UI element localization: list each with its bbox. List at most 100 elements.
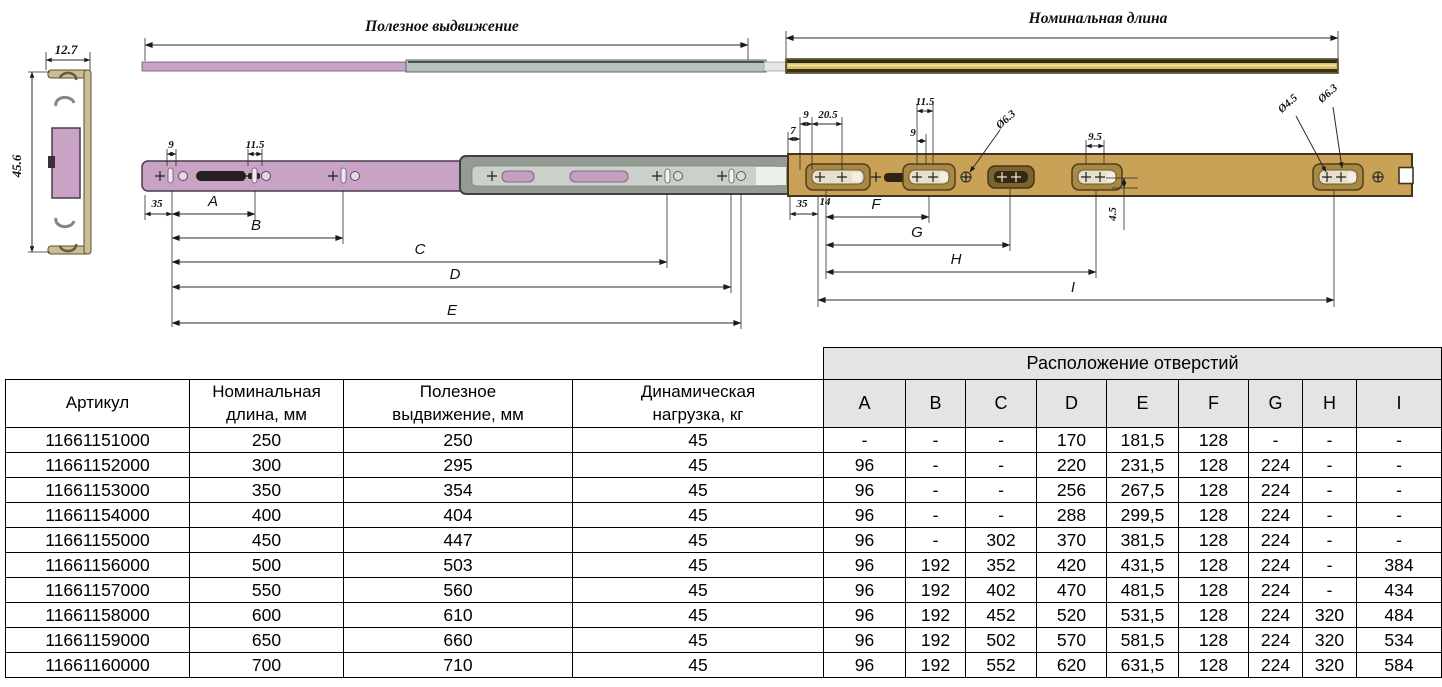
cell-H: - [1303,428,1357,453]
cell-A: 96 [824,603,906,628]
cell-H: - [1303,478,1357,503]
dim-label-4-5: 4.5 [1107,207,1119,222]
cell-useful-extension: 354 [344,478,573,503]
dim-label-9-left: 9 [168,139,174,151]
dim-label-G: G [911,224,923,241]
table-header-row: Артикул Номинальная длина, мм Полезное в… [6,380,1442,428]
cell-E: 181,5 [1107,428,1179,453]
cell-F: 128 [1179,653,1249,678]
col-header-A: A [824,380,906,428]
cell-B: 192 [906,553,966,578]
dim-label-H: H [951,251,962,268]
cell-G: 224 [1249,453,1303,478]
cell-F: 128 [1179,503,1249,528]
table-row: 116611580006006104596192452520531,512822… [6,603,1442,628]
cell-G: 224 [1249,653,1303,678]
dim-label-20-5: 20.5 [817,109,838,121]
cell-C: - [966,478,1037,503]
inner-rail [142,161,472,191]
holes-group-header: Расположение отверстий [824,348,1442,380]
table-row: 1166115100025025045---170181,5128--- [6,428,1442,453]
cell-B: - [906,503,966,528]
cell-A: 96 [824,478,906,503]
cell-A: 96 [824,453,906,478]
dim-label-35-right: 35 [796,198,809,210]
dim-label-dia-4-5: Ø4.5 [1275,92,1300,116]
cell-G: 224 [1249,478,1303,503]
cell-A: 96 [824,553,906,578]
table-body: 1166115100025025045---170181,5128---1166… [6,428,1442,678]
col-header-dynamic-load: Динамическая нагрузка, кг [573,380,824,428]
cell-C: 402 [966,578,1037,603]
table-row: 116611520003002954596--220231,5128224-- [6,453,1442,478]
cell-A: - [824,428,906,453]
cell-dynamic-load: 45 [573,453,824,478]
cell-D: 220 [1037,453,1107,478]
cell-C: - [966,428,1037,453]
cell-nominal-length: 600 [190,603,344,628]
cell-E: 299,5 [1107,503,1179,528]
dim-label-E: E [447,302,458,319]
cell-useful-extension: 447 [344,528,573,553]
cell-G: 224 [1249,578,1303,603]
dim-label-9-5: 9.5 [1088,131,1102,143]
dim-label-I: I [1071,279,1075,296]
table-row: 116611570005505604596192402470481,512822… [6,578,1442,603]
col-header-nominal-length: Номинальная длина, мм [190,380,344,428]
cell-article: 11661152000 [6,453,190,478]
cell-D: 256 [1037,478,1107,503]
cell-G: 224 [1249,553,1303,578]
dim-label-12-7: 12.7 [55,42,78,57]
useful-extension-dim: Полезное выдвижение [145,18,748,61]
drawer-slide-diagram: 12.7 45.6 Полезное выдвижение Номинальна… [0,0,1442,345]
cell-G: 224 [1249,628,1303,653]
cell-useful-extension: 404 [344,503,573,528]
cell-I: - [1357,503,1442,528]
cell-C: - [966,503,1037,528]
cell-E: 431,5 [1107,553,1179,578]
cell-G: 224 [1249,503,1303,528]
cell-F: 128 [1179,428,1249,453]
table-row: 116611550004504474596-302370381,5128224-… [6,528,1442,553]
cell-dynamic-load: 45 [573,503,824,528]
cell-D: 470 [1037,578,1107,603]
dim-label-35-left: 35 [151,198,164,210]
cell-nominal-length: 300 [190,453,344,478]
cell-E: 631,5 [1107,653,1179,678]
dim-label-dia-6-3: Ø6.3 [993,108,1018,132]
cell-C: 552 [966,653,1037,678]
cell-H: - [1303,528,1357,553]
cell-A: 96 [824,503,906,528]
cell-D: 370 [1037,528,1107,553]
cell-article: 11661154000 [6,503,190,528]
cell-useful-extension: 295 [344,453,573,478]
cell-I: - [1357,428,1442,453]
cell-G: - [1249,428,1303,453]
nominal-length-label: Номинальная длина [1028,10,1168,27]
cell-article: 11661156000 [6,553,190,578]
cell-B: 192 [906,653,966,678]
cell-E: 581,5 [1107,628,1179,653]
cell-nominal-length: 400 [190,503,344,528]
col-header-article: Артикул [6,380,190,428]
cell-article: 11661151000 [6,428,190,453]
middle-rail [460,156,792,194]
cell-A: 96 [824,528,906,553]
cell-D: 620 [1037,653,1107,678]
cell-useful-extension: 250 [344,428,573,453]
cell-nominal-length: 250 [190,428,344,453]
table-row: 116611600007007104596192552620631,512822… [6,653,1442,678]
closed-slide-view [142,59,1338,73]
useful-extension-label: Полезное выдвижение [364,18,519,35]
cell-H: - [1303,553,1357,578]
cell-nominal-length: 450 [190,528,344,553]
cell-useful-extension: 710 [344,653,573,678]
cell-C: 302 [966,528,1037,553]
cell-B: 192 [906,628,966,653]
cell-A: 96 [824,653,906,678]
dim-label-D: D [450,266,461,283]
cell-F: 128 [1179,628,1249,653]
cell-B: - [906,453,966,478]
cell-A: 96 [824,628,906,653]
cell-E: 531,5 [1107,603,1179,628]
